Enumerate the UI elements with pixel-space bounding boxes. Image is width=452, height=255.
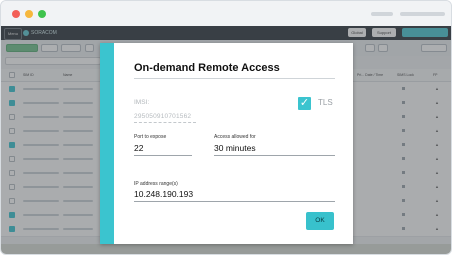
dialog-accent-bar [100,43,114,244]
port-input[interactable]: 22 [134,143,143,153]
imsi-label: IMSI: [134,99,150,106]
access-duration-select[interactable]: 30 minutes [214,143,256,153]
browser-titlebar [1,1,451,26]
imsi-underline [134,122,196,123]
titlebar-placeholder [371,12,393,16]
port-input-underline [134,155,192,156]
ip-range-input[interactable]: 10.248.190.193 [134,189,193,199]
access-duration-underline [214,155,335,156]
divider [134,78,335,79]
checkmark-icon: ✓ [299,97,310,109]
close-window-button[interactable] [12,10,20,18]
tls-label: TLS [318,98,333,107]
browser-window: Menu SORACOM Global Support SIM ID Name … [0,0,452,255]
port-label: Port to expose [134,134,167,140]
ip-range-label: IP address range(s) [134,181,178,187]
dialog-title: On-demand Remote Access [134,62,280,74]
maximize-window-button[interactable] [38,10,46,18]
minimize-window-button[interactable] [25,10,33,18]
tls-checkbox[interactable]: ✓ [298,97,311,110]
titlebar-placeholder [400,12,445,16]
imsi-value: 295050910701562 [134,113,192,120]
access-duration-label: Access allowed for [214,134,256,140]
ok-button[interactable]: OK [306,212,334,230]
ip-range-underline [134,201,335,202]
remote-access-dialog: On-demand Remote Access IMSI: 2950509107… [100,43,353,244]
